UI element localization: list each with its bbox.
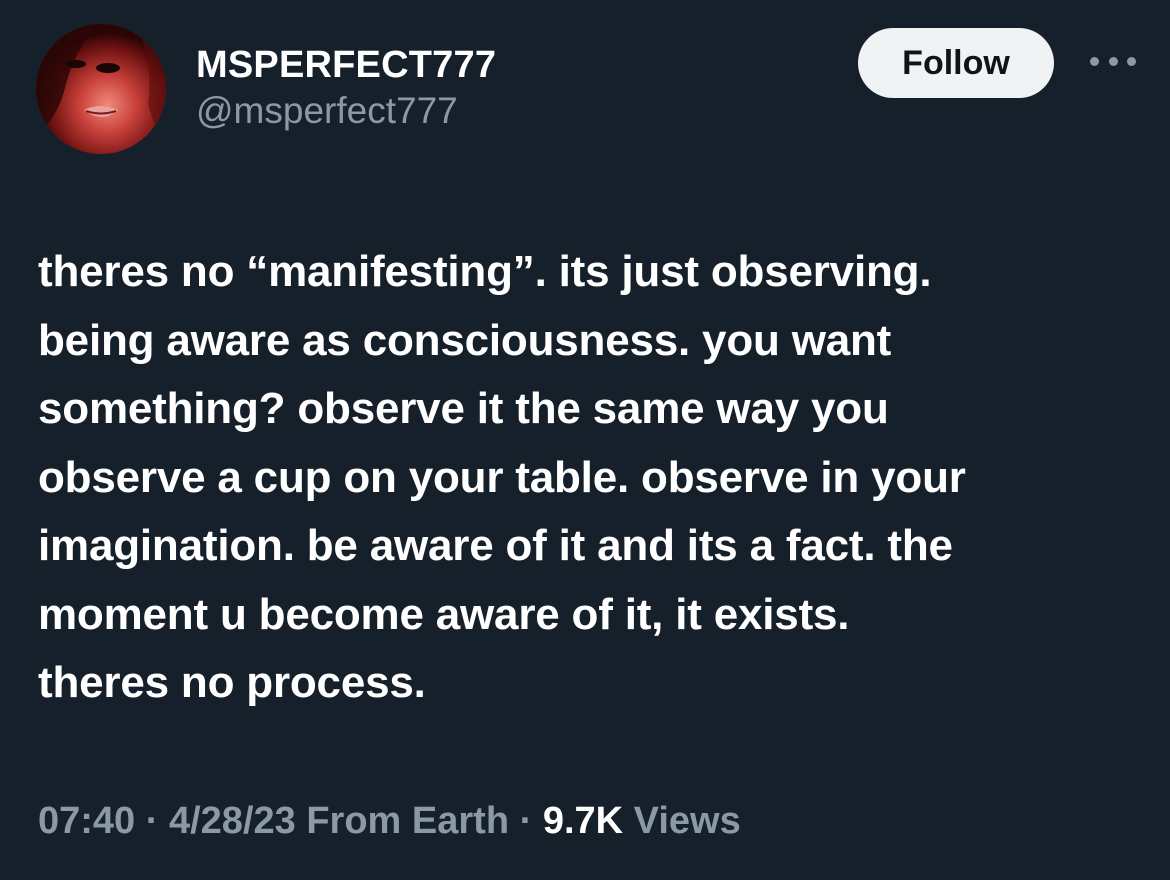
author-names: MSPERFECT777 @msperfect777 (196, 42, 496, 134)
separator: · (509, 800, 543, 842)
dot (1108, 56, 1118, 66)
more-horizontal-icon[interactable] (1090, 44, 1136, 78)
tweet-text: theres no “manifesting”. its just observ… (38, 247, 966, 707)
views-label: Views (633, 800, 741, 842)
user-handle[interactable]: @msperfect777 (196, 88, 496, 134)
tweet-time[interactable]: 07:40 (38, 800, 135, 842)
tweet-page: MSPERFECT777 @msperfect777 Follow theres… (0, 0, 1170, 880)
tweet-meta: 07:40 · 4/28/23 From Earth · 9.7K Views (38, 796, 741, 846)
dot (1127, 56, 1136, 66)
avatar-image (36, 24, 166, 154)
avatar[interactable] (36, 24, 166, 154)
dot (1090, 56, 1099, 66)
views-count[interactable]: 9.7K (543, 800, 623, 842)
separator: · (135, 800, 169, 842)
display-name[interactable]: MSPERFECT777 (196, 42, 496, 88)
follow-button[interactable]: Follow (858, 28, 1054, 98)
tweet-date[interactable]: 4/28/23 (169, 800, 296, 842)
tweet-source: From Earth (306, 800, 510, 842)
tweet-header: MSPERFECT777 @msperfect777 Follow (36, 22, 1136, 162)
